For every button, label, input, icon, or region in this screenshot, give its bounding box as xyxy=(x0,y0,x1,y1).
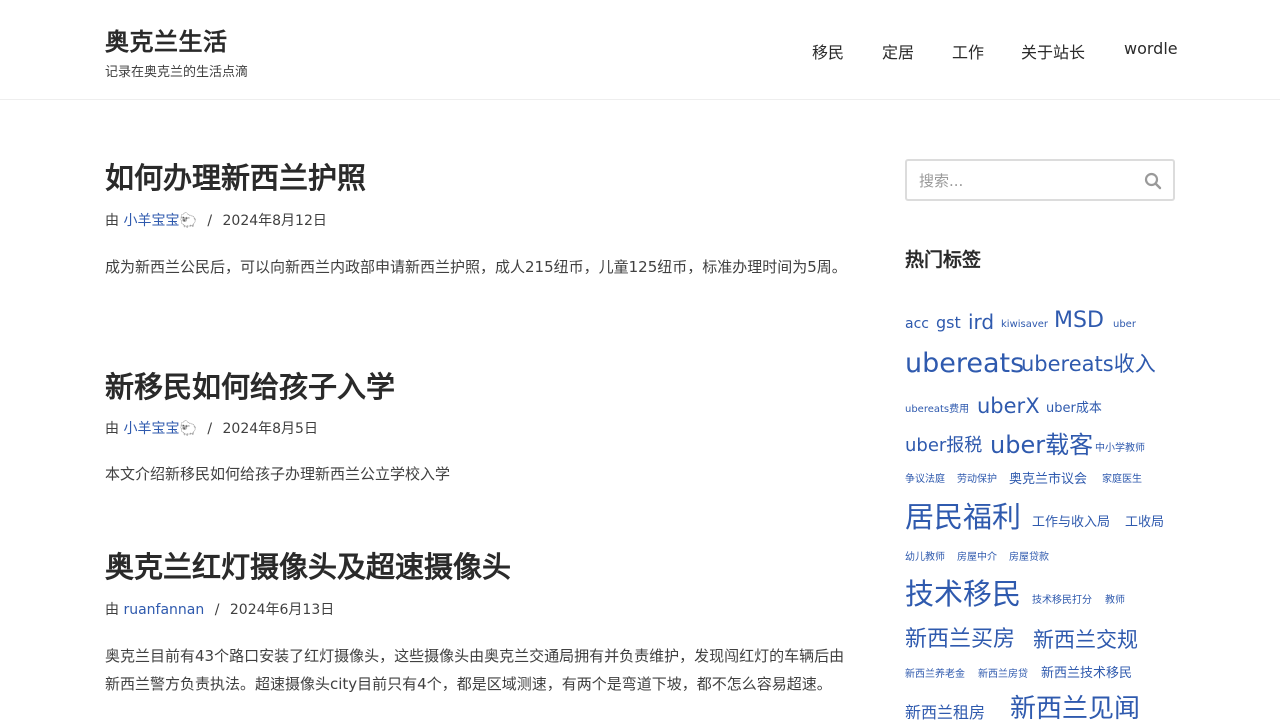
tag-link[interactable]: 技术移民打分 xyxy=(1032,596,1092,606)
post-article: 新移民如何给孩子入学 xyxy=(105,369,850,405)
tag-link[interactable]: ubereats收入 xyxy=(1021,354,1156,375)
site-header: 奥克兰生活 记录在奥克兰的生活点滴 移民 定居 工作 关于站长 wordle xyxy=(0,0,1280,100)
tag-link[interactable]: ubereats xyxy=(905,350,1024,377)
tag-link[interactable]: 工作与收入局 xyxy=(1032,516,1110,529)
post-meta-separator: / xyxy=(207,213,213,229)
tag-link[interactable]: 房屋中介 xyxy=(957,553,997,563)
tag-link[interactable]: 居民福利 xyxy=(905,503,1021,532)
tag-link[interactable]: MSD xyxy=(1054,310,1104,332)
tag-link[interactable]: gst xyxy=(936,315,961,331)
post-title[interactable]: 奥克兰红灯摄像头及超速摄像头 xyxy=(105,550,511,584)
tag-link[interactable]: 新西兰租房 xyxy=(905,705,985,720)
nav-item-immigration[interactable]: 移民 xyxy=(812,39,844,63)
site-tagline: 记录在奥克兰的生活点滴 xyxy=(105,65,249,80)
post-author-link[interactable]: ruanfannan xyxy=(123,602,204,618)
tag-link[interactable]: uber xyxy=(1113,320,1136,330)
search-input[interactable] xyxy=(919,170,1129,192)
post-excerpt: 本文介绍新移民如何给孩子办理新西兰公立学校入学 xyxy=(105,465,451,483)
tag-link[interactable]: 新西兰见闻 xyxy=(1010,696,1140,720)
post-title[interactable]: 新移民如何给孩子入学 xyxy=(105,370,395,404)
post-date: 2024年8月5日 xyxy=(222,421,318,437)
post-meta: 由 小羊宝宝🐑 / 2024年8月12日 xyxy=(105,212,327,230)
tag-link[interactable]: 争议法庭 xyxy=(905,475,945,485)
tag-link[interactable]: 新西兰交规 xyxy=(1033,630,1138,651)
tag-link[interactable]: 家庭医生 xyxy=(1102,475,1142,485)
search-form xyxy=(905,159,1175,201)
tag-link[interactable]: 新西兰养老金 xyxy=(905,670,965,680)
tag-link[interactable]: 工收局 xyxy=(1125,516,1164,529)
post-meta-by: 由 xyxy=(105,421,119,437)
post-meta-by: 由 xyxy=(105,213,119,229)
tag-link[interactable]: uber成本 xyxy=(1046,402,1102,415)
tag-link[interactable]: 新西兰技术移民 xyxy=(1041,667,1132,680)
search-icon xyxy=(1144,172,1162,190)
post-article: 奥克兰红灯摄像头及超速摄像头 xyxy=(105,549,850,585)
tag-link[interactable]: uber载客 xyxy=(990,433,1093,457)
tag-cloud-title: 热门标签 xyxy=(905,249,982,271)
post-date: 2024年6月13日 xyxy=(229,602,335,618)
nav-item-work[interactable]: 工作 xyxy=(952,39,984,63)
tag-link[interactable]: kiwisaver xyxy=(1001,320,1048,330)
tag-link[interactable]: ubereats费用 xyxy=(905,405,969,415)
tag-link[interactable]: 新西兰房贷 xyxy=(978,670,1028,680)
tag-link[interactable]: acc xyxy=(905,317,929,331)
post-excerpt: 奥克兰目前有43个路口安装了红灯摄像头，这些摄像头由奥克兰交通局拥有并负责维护，… xyxy=(105,647,845,693)
tag-link[interactable]: 技术移民 xyxy=(905,580,1021,609)
nav-item-settlement[interactable]: 定居 xyxy=(882,39,914,63)
post-meta-separator: / xyxy=(207,421,213,437)
post-meta-by: 由 xyxy=(105,602,119,618)
main-nav: 移民 定居 工作 关于站长 wordle xyxy=(0,39,1280,63)
post-article: 如何办理新西兰护照 xyxy=(105,160,850,196)
tag-link[interactable]: ird xyxy=(968,312,994,332)
tag-link[interactable]: 房屋贷款 xyxy=(1009,553,1049,563)
post-meta: 由 小羊宝宝🐑 / 2024年8月5日 xyxy=(105,420,318,438)
tag-link[interactable]: 奥克兰市议会 xyxy=(1009,473,1087,486)
tag-link[interactable]: 中小学教师 xyxy=(1095,444,1145,454)
tag-link[interactable]: uberX xyxy=(977,396,1040,417)
nav-item-wordle[interactable]: wordle xyxy=(1124,39,1178,58)
tag-link[interactable]: uber报税 xyxy=(905,437,982,455)
tag-link[interactable]: 教师 xyxy=(1105,596,1125,606)
tag-link[interactable]: 幼儿教师 xyxy=(905,553,945,563)
post-meta: 由 ruanfannan / 2024年6月13日 xyxy=(105,601,334,619)
post-excerpt: 成为新西兰公民后，可以向新西兰内政部申请新西兰护照，成人215纽币，儿童125纽… xyxy=(105,258,847,276)
post-meta-separator: / xyxy=(214,602,220,618)
post-title[interactable]: 如何办理新西兰护照 xyxy=(105,161,366,195)
tag-link[interactable]: 新西兰买房 xyxy=(905,629,1015,651)
search-button[interactable] xyxy=(1143,171,1163,191)
post-author-link[interactable]: 小羊宝宝🐑 xyxy=(123,213,196,229)
post-author-link[interactable]: 小羊宝宝🐑 xyxy=(123,421,196,437)
tag-link[interactable]: 劳动保护 xyxy=(957,475,997,485)
nav-item-about[interactable]: 关于站长 xyxy=(1021,39,1085,63)
post-date: 2024年8月12日 xyxy=(222,213,327,229)
